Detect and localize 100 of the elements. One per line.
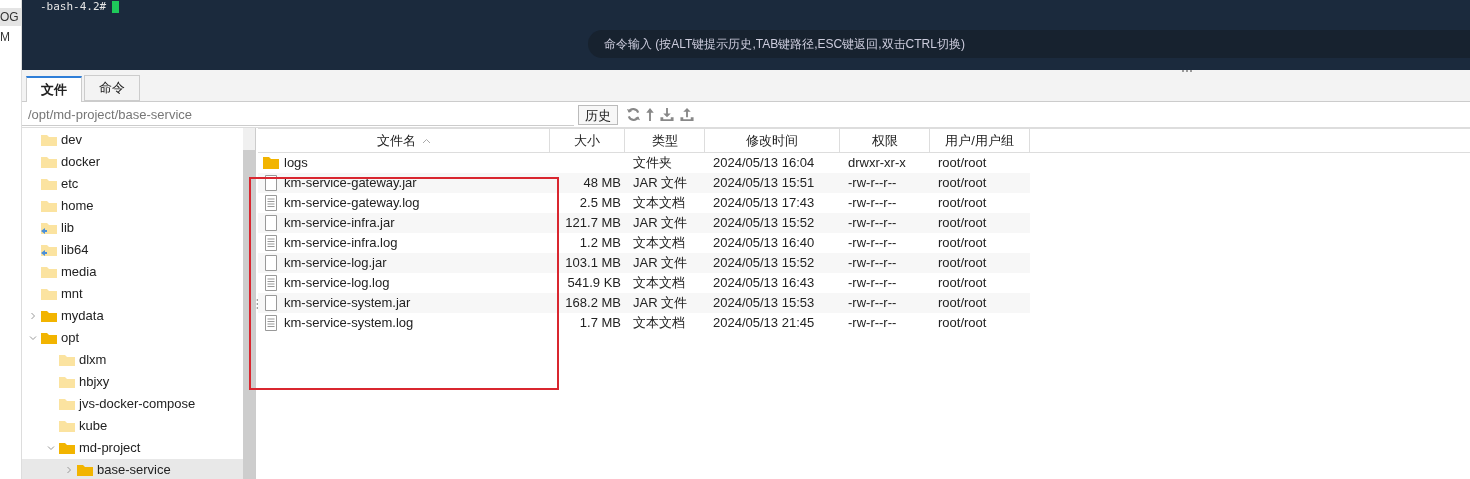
- table-cell-text: 121.7 MB: [565, 214, 621, 233]
- folder-link-icon: [40, 243, 58, 257]
- table-cell-text: km-service-infra.log: [284, 234, 398, 253]
- command-input[interactable]: 命令输入 (按ALT键提示历史,TAB键路径,ESC键返回,双击CTRL切换): [588, 30, 1470, 58]
- path-field[interactable]: /opt/md-project/base-service: [22, 103, 574, 126]
- tree-item[interactable]: mnt: [22, 283, 243, 305]
- table-row[interactable]: km-service-gateway.jar 48 MB JAR 文件 2024/05/13 15:51 -rw-r--r-- root/root: [258, 173, 1030, 193]
- table-cell-text: 2024/05/13 15:53: [713, 294, 815, 313]
- table-cell-text: logs: [284, 154, 308, 173]
- text-file-icon: [262, 275, 280, 291]
- tab[interactable]: 文件: [26, 76, 82, 102]
- table-cell-text: km-service-system.jar: [284, 294, 411, 313]
- column-header[interactable]: 文件名: [258, 129, 550, 152]
- folder-icon: [58, 441, 76, 455]
- table-cell-text: root/root: [938, 274, 987, 293]
- table-cell-text: km-service-gateway.log: [284, 194, 420, 213]
- column-header[interactable]: 类型: [625, 129, 705, 152]
- terminal-panel[interactable]: -bash-4.2# 命令输入 (按ALT键提示历史,TAB键路径,ESC键返回,双击CTRL切换): [22, 0, 1470, 70]
- table-cell-text: drwxr-xr-x: [848, 154, 906, 173]
- table-cell-text: JAR 文件: [633, 174, 688, 193]
- folder-icon: [40, 133, 58, 147]
- resize-handle-icon[interactable]: [1182, 70, 1194, 73]
- folder-icon: [40, 287, 58, 301]
- tree-item[interactable]: opt: [22, 327, 243, 349]
- tree-item[interactable]: dev: [22, 129, 243, 151]
- download-icon[interactable]: [659, 107, 675, 122]
- tree-item[interactable]: etc: [22, 173, 243, 195]
- tree-item[interactable]: media: [22, 261, 243, 283]
- column-header[interactable]: 修改时间: [705, 129, 840, 152]
- tree-item[interactable]: dlxm: [22, 349, 243, 371]
- table-cell-text: -rw-r--r--: [848, 234, 897, 253]
- cut-off-label: M: [0, 29, 11, 46]
- up-arrow-icon[interactable]: [645, 107, 655, 122]
- chevron-down-icon[interactable]: [29, 334, 37, 342]
- table-cell-text: JAR 文件: [633, 214, 688, 233]
- tree-item[interactable]: hbjxy: [22, 371, 243, 393]
- table-cell-text: 文本文档: [633, 274, 685, 293]
- folder-icon: [262, 155, 280, 171]
- refresh-icon[interactable]: [626, 107, 641, 122]
- folder-icon: [40, 265, 58, 279]
- table-cell-text: -rw-r--r--: [848, 254, 897, 273]
- table-cell-text: 文本文档: [633, 234, 685, 253]
- upload-icon[interactable]: [679, 107, 695, 122]
- table-row[interactable]: logs 文件夹 2024/05/13 16:04 drwxr-xr-x root/root: [258, 153, 1030, 173]
- chevron-right-icon[interactable]: [29, 312, 37, 320]
- tree-item[interactable]: base-service: [22, 459, 243, 479]
- table-cell-text: 文件夹: [633, 154, 672, 173]
- tree-item[interactable]: docker: [22, 151, 243, 173]
- table-cell-text: 48 MB: [583, 174, 621, 193]
- chevron-down-icon[interactable]: [47, 444, 55, 452]
- tree-item[interactable]: md-project: [22, 437, 243, 459]
- folder-icon: [76, 463, 94, 477]
- table-row[interactable]: km-service-system.log 1.7 MB 文本文档 2024/05/13 21:45 -rw-r--r-- root/root: [258, 313, 1030, 333]
- table-cell-text: root/root: [938, 254, 987, 273]
- table-cell-text: 103.1 MB: [565, 254, 621, 273]
- table-cell-text: -rw-r--r--: [848, 214, 897, 233]
- table-cell-text: 2024/05/13 15:52: [713, 214, 815, 233]
- blank-file-icon: [262, 175, 280, 191]
- tree-item[interactable]: jvs-docker-compose: [22, 393, 243, 415]
- history-button[interactable]: 历史: [578, 104, 618, 125]
- table-row[interactable]: km-service-log.log 541.9 KB 文本文档 2024/05/13 16:43 -rw-r--r-- root/root: [258, 273, 1030, 293]
- table-cell-text: -rw-r--r--: [848, 194, 897, 213]
- table-row[interactable]: km-service-log.jar 103.1 MB JAR 文件 2024/05/13 15:52 -rw-r--r-- root/root: [258, 253, 1030, 273]
- tree-item[interactable]: mydata: [22, 305, 243, 327]
- folder-icon: [40, 155, 58, 169]
- folder-icon: [40, 177, 58, 191]
- folder-icon: [58, 375, 76, 389]
- table-cell-text: km-service-infra.jar: [284, 214, 395, 233]
- table-cell-text: 1.2 MB: [579, 234, 621, 253]
- table-cell-text: km-service-log.log: [284, 274, 390, 293]
- table-cell-text: 2024/05/13 15:51: [713, 174, 815, 193]
- splitter-handle-icon[interactable]: [255, 297, 259, 310]
- table-row[interactable]: km-service-system.jar 168.2 MB JAR 文件 2024/05/13 15:53 -rw-r--r-- root/root: [258, 293, 1030, 313]
- folder-icon: [58, 397, 76, 411]
- table-cell-text: root/root: [938, 314, 987, 333]
- column-header[interactable]: 用户/用户组: [930, 129, 1030, 152]
- tab[interactable]: 命令: [84, 75, 140, 101]
- column-header[interactable]: 大小: [550, 129, 625, 152]
- cursor: [112, 1, 120, 13]
- column-header[interactable]: 权限: [840, 129, 930, 152]
- table-cell-text: -rw-r--r--: [848, 174, 897, 193]
- table-cell-text: -rw-r--r--: [848, 294, 897, 313]
- text-file-icon: [262, 195, 280, 211]
- table-cell-text: 2024/05/13 16:43: [713, 274, 815, 293]
- table-row[interactable]: km-service-infra.log 1.2 MB 文本文档 2024/05/13 16:40 -rw-r--r-- root/root: [258, 233, 1030, 253]
- table-cell-text: root/root: [938, 174, 987, 193]
- tree-item[interactable]: kube: [22, 415, 243, 437]
- table-cell-text: 2024/05/13 17:43: [713, 194, 815, 213]
- text-file-icon: [262, 315, 280, 331]
- table-row[interactable]: km-service-gateway.log 2.5 MB 文本文档 2024/05/13 17:43 -rw-r--r-- root/root: [258, 193, 1030, 213]
- table-cell-text: root/root: [938, 214, 987, 233]
- folder-icon: [40, 199, 58, 213]
- table-cell-text: -rw-r--r--: [848, 314, 897, 333]
- table-cell-text: 2024/05/13 16:40: [713, 234, 815, 253]
- table-cell-text: JAR 文件: [633, 254, 688, 273]
- tree-item[interactable]: lib64: [22, 239, 243, 261]
- table-row[interactable]: km-service-infra.jar 121.7 MB JAR 文件 2024/05/13 15:52 -rw-r--r-- root/root: [258, 213, 1030, 233]
- tree-item[interactable]: home: [22, 195, 243, 217]
- table-cell-text: km-service-gateway.jar: [284, 174, 417, 193]
- tree-item[interactable]: lib: [22, 217, 243, 239]
